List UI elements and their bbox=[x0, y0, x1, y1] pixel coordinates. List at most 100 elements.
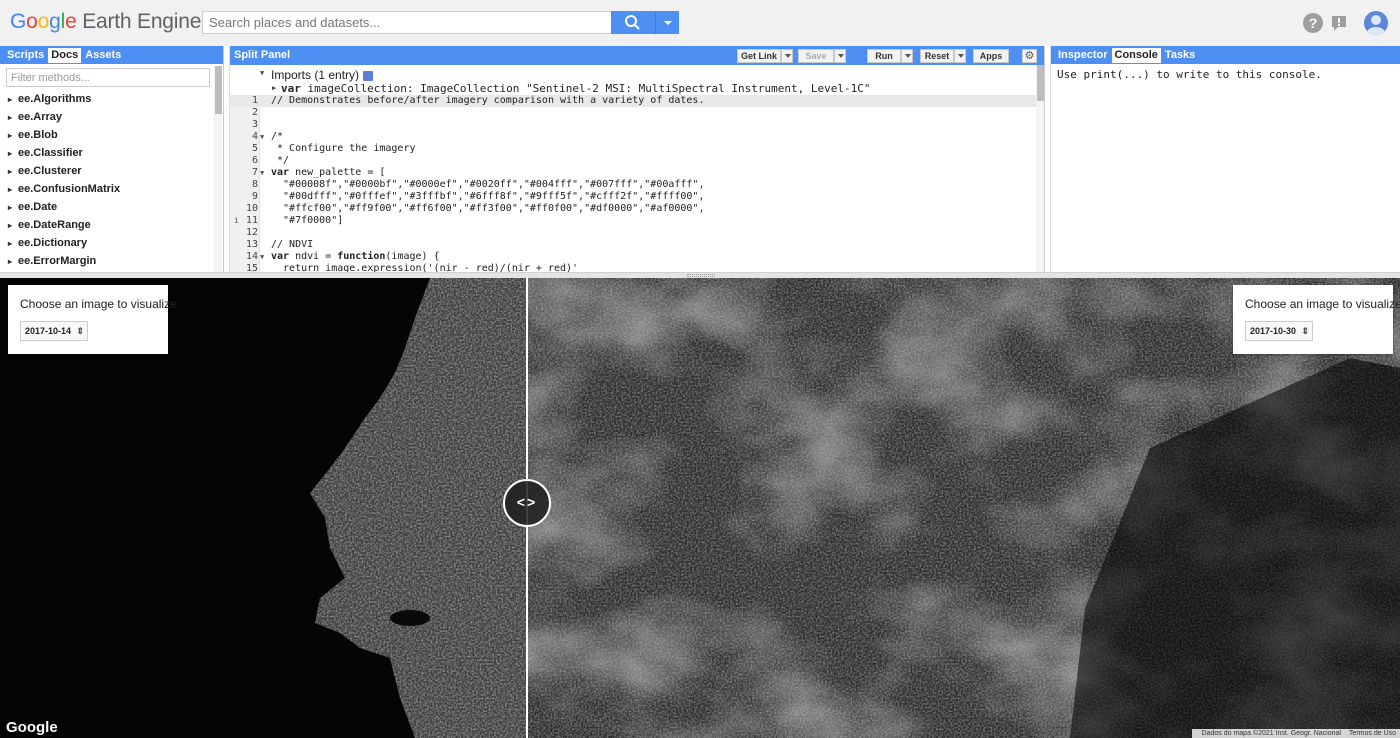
imports-header[interactable]: Imports (1 entry) bbox=[271, 68, 374, 82]
import-expand-icon[interactable]: ▶ bbox=[272, 84, 276, 92]
code-line[interactable]: 14 ▼ var ndvi = function(image) { bbox=[230, 251, 1036, 263]
get-link-dropdown[interactable] bbox=[781, 49, 793, 63]
imports-table-icon[interactable] bbox=[363, 70, 374, 81]
code-line-text: return image.expression('(nir - red)/(ni… bbox=[271, 263, 578, 272]
google-map-logo: Google bbox=[6, 719, 58, 736]
line-number: 4 bbox=[251, 131, 258, 142]
docs-list: ▸ ee.Algorithms ▸ ee.Array ▸ ee.Blob ▸ ee.Class… bbox=[8, 90, 213, 270]
code-line[interactable]: 4 ▼ /* bbox=[230, 131, 1036, 143]
code-line[interactable]: 15 return image.expression('(nir - red)/… bbox=[230, 263, 1036, 272]
code-line[interactable]: 10 "#ffcf00","#ff9f00","#ff6f00","#ff3f0… bbox=[230, 203, 1036, 215]
gear-icon[interactable]: ⚙ bbox=[1022, 49, 1037, 63]
right-image-selector-card: Choose an image to visualize 2017-10-30 bbox=[1233, 285, 1400, 354]
logo-product-text: Earth Engine bbox=[82, 10, 202, 33]
fold-toggle-icon[interactable]: ▼ bbox=[260, 251, 264, 263]
info-icon[interactable]: i bbox=[234, 215, 239, 227]
search-icon bbox=[625, 15, 640, 30]
docs-list-item-label: ee.Clusterer bbox=[18, 165, 82, 177]
code-text: "#00dfff","#0fffef","#3fffbf","#6fff8f",… bbox=[271, 191, 705, 202]
line-number: 13 bbox=[245, 239, 258, 250]
reset-button[interactable]: Reset bbox=[920, 49, 954, 63]
code-line-text: */ bbox=[271, 155, 289, 167]
resize-grip-icon[interactable] bbox=[687, 274, 715, 277]
feedback-icon[interactable] bbox=[1329, 13, 1349, 33]
docs-list-item[interactable]: ▸ ee.ConfusionMatrix bbox=[8, 180, 213, 198]
code-line[interactable]: 13 // NDVI bbox=[230, 239, 1036, 251]
code-line[interactable]: 12 bbox=[230, 227, 1036, 239]
line-number: 5 bbox=[251, 143, 258, 154]
code-line[interactable]: 1 // Demonstrates before/after imagery co… bbox=[230, 95, 1036, 107]
left-panel-scrollbar[interactable] bbox=[214, 66, 222, 272]
docs-list-item-label: ee.Array bbox=[18, 111, 63, 123]
expand-arrow-icon: ▸ bbox=[8, 257, 13, 266]
expand-arrow-icon: ▸ bbox=[8, 149, 13, 158]
filter-methods-input[interactable] bbox=[6, 68, 210, 87]
run-dropdown[interactable] bbox=[901, 49, 913, 63]
code-line[interactable]: 5 * Configure the imagery bbox=[230, 143, 1036, 155]
line-number: 6 bbox=[251, 155, 258, 166]
get-link-button[interactable]: Get Link bbox=[737, 49, 781, 63]
map-view[interactable]: Choose an image to visualize 2017-10-14 … bbox=[0, 278, 1400, 738]
code-line-text: "#ffcf00","#ff9f00","#ff6f00","#ff3f00",… bbox=[271, 203, 704, 215]
code-text: * Configure the imagery bbox=[271, 143, 416, 154]
code-line[interactable]: 3 bbox=[230, 119, 1036, 131]
line-number: 15 bbox=[245, 263, 258, 272]
run-button[interactable]: Run bbox=[867, 49, 901, 63]
docs-list-item[interactable]: ▸ ee.Classifier bbox=[8, 144, 213, 162]
code-text: "#00008f","#0000bf","#0000ef","#0020ff",… bbox=[271, 179, 705, 190]
tab-assets[interactable]: Assets bbox=[82, 48, 124, 63]
search-button[interactable] bbox=[611, 11, 655, 34]
imports-collapse-icon[interactable]: ▼ bbox=[260, 69, 264, 77]
code-text: // NDVI bbox=[271, 239, 314, 250]
code-line[interactable]: 9 "#00dfff","#0fffef","#3fffbf","#6fff8f… bbox=[230, 191, 1036, 203]
terms-of-use-link[interactable]: Termos de Uso bbox=[1349, 730, 1396, 737]
search-options-dropdown[interactable] bbox=[655, 11, 679, 34]
docs-list-item[interactable]: ▸ ee.Dictionary bbox=[8, 234, 213, 252]
fold-toggle-icon[interactable]: ▼ bbox=[260, 167, 264, 179]
code-keyword: var bbox=[271, 167, 290, 178]
tab-scripts[interactable]: Scripts bbox=[4, 48, 47, 63]
fold-toggle-icon[interactable]: ▼ bbox=[260, 131, 264, 143]
save-dropdown[interactable] bbox=[834, 49, 846, 63]
help-icon[interactable]: ? bbox=[1303, 13, 1323, 33]
docs-list-item[interactable]: ▸ ee.Date bbox=[8, 198, 213, 216]
user-avatar[interactable] bbox=[1364, 11, 1388, 35]
earth-engine-logo[interactable]: Google Earth Engine bbox=[10, 10, 201, 34]
tab-console[interactable]: Console bbox=[1111, 47, 1161, 63]
tab-docs[interactable]: Docs bbox=[48, 47, 82, 63]
code-line-text: // Demonstrates before/after imagery com… bbox=[271, 95, 704, 107]
code-line-text: "#00dfff","#0fffef","#3fffbf","#6fff8f",… bbox=[271, 191, 704, 203]
left-date-select[interactable]: 2017-10-14 bbox=[20, 321, 89, 341]
apps-button[interactable]: Apps bbox=[973, 49, 1009, 63]
scrollbar-thumb[interactable] bbox=[1037, 65, 1044, 101]
tab-inspector[interactable]: Inspector bbox=[1055, 48, 1111, 63]
expand-arrow-icon: ▸ bbox=[8, 113, 13, 122]
code-text: return image.expression('(nir - red)/(ni… bbox=[271, 263, 579, 272]
right-date-select[interactable]: 2017-10-30 bbox=[1245, 321, 1314, 341]
editor-scrollbar[interactable] bbox=[1036, 65, 1044, 272]
save-button[interactable]: Save bbox=[798, 49, 834, 63]
import-entry[interactable]: var imageCollection: ImageCollection "Se… bbox=[281, 82, 870, 95]
docs-list-item[interactable]: ▸ ee.Array bbox=[8, 108, 213, 126]
search-input[interactable] bbox=[203, 12, 611, 33]
docs-list-item[interactable]: ▸ ee.Algorithms bbox=[8, 90, 213, 108]
docs-list-item[interactable]: ▸ ee.Blob bbox=[8, 126, 213, 144]
line-number: 12 bbox=[245, 227, 258, 238]
code-area[interactable]: 1 // Demonstrates before/after imagery co… bbox=[230, 95, 1036, 272]
split-slider-handle[interactable]: <> bbox=[503, 479, 551, 527]
left-image-selector-card: Choose an image to visualize 2017-10-14 bbox=[8, 285, 177, 354]
imports-header-text: Imports (1 entry) bbox=[271, 68, 360, 82]
map-data-attribution[interactable]: Dados do mapa ©2021 Inst. Geogr. Naciona… bbox=[1202, 730, 1341, 737]
docs-list-item[interactable]: ▸ ee.Clusterer bbox=[8, 162, 213, 180]
code-line[interactable]: 6 */ bbox=[230, 155, 1036, 167]
docs-list-item[interactable]: ▸ ee.ErrorMargin bbox=[8, 252, 213, 270]
reset-dropdown[interactable] bbox=[954, 49, 966, 63]
tab-tasks[interactable]: Tasks bbox=[1162, 48, 1198, 63]
scrollbar-thumb[interactable] bbox=[215, 66, 222, 114]
code-line[interactable]: 8 "#00008f","#0000bf","#0000ef","#0020ff… bbox=[230, 179, 1036, 191]
code-text: /* bbox=[271, 131, 284, 142]
docs-list-item[interactable]: ▸ ee.DateRange bbox=[8, 216, 213, 234]
code-line[interactable]: 2 bbox=[230, 107, 1036, 119]
code-line[interactable]: 11 i "#7f0000"] bbox=[230, 215, 1036, 227]
code-line[interactable]: 7 ▼ var new_palette = [ bbox=[230, 167, 1036, 179]
